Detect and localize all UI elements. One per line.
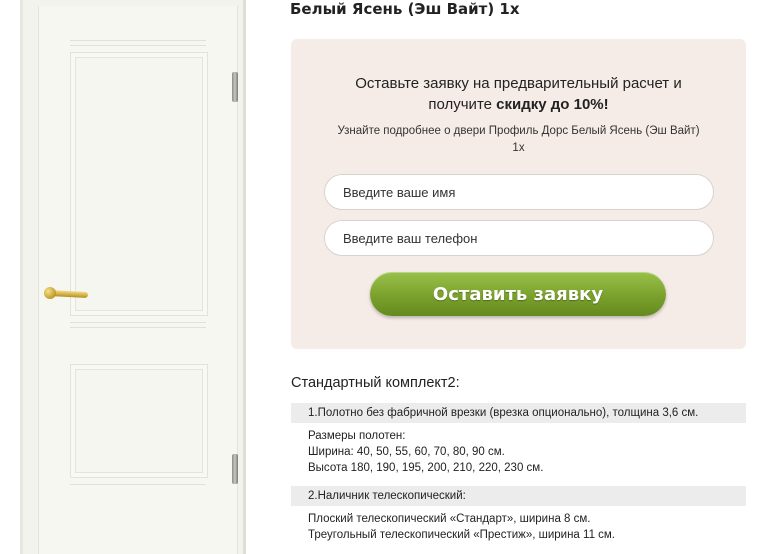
door-panel-upper	[70, 52, 208, 316]
door-rail-middle	[70, 322, 206, 323]
promo-subtext-line1: Узнайте подробнее о двери Профиль Дорс Б…	[337, 125, 700, 137]
kit-title: Стандартный комплект2:	[291, 375, 460, 391]
kit-item-line: Треугольный телескопический «Престиж», ш…	[308, 529, 616, 541]
kit-item-heading: 2.Наличник телескопический:	[291, 486, 746, 506]
door-panel-lower	[70, 364, 208, 478]
door-rail-middle-2	[70, 327, 206, 328]
product-title: Белый Ясень (Эш Вайт) 1х	[290, 0, 520, 18]
request-form: Оставьте заявку на предварительный расче…	[291, 39, 746, 349]
discount-highlight: скидку до 10%!	[496, 96, 609, 113]
door-image	[0, 0, 270, 554]
submit-request-button[interactable]: Оставить заявку	[370, 272, 666, 316]
door-rail-top	[70, 40, 206, 41]
door-handle-rose-icon	[44, 287, 56, 299]
door-rail-bottom	[70, 484, 206, 485]
hinge-icon	[232, 454, 238, 484]
promo-headline: Оставьте заявку на предварительный расче…	[291, 73, 746, 115]
kit-item-line: Ширина: 40, 50, 55, 60, 70, 80, 90 см.	[308, 446, 505, 458]
kit-item-line: Размеры полотен:	[308, 430, 406, 442]
name-input[interactable]	[324, 174, 714, 210]
kit-item-heading: 1.Полотно без фабричной врезки (врезка о…	[291, 403, 746, 423]
promo-headline-line1: Оставьте заявку на предварительный расче…	[355, 75, 682, 92]
promo-subtext: Узнайте подробнее о двери Профиль Дорс Б…	[321, 123, 716, 157]
phone-input[interactable]	[324, 220, 714, 256]
kit-item-line: Высота 180, 190, 195, 200, 210, 220, 230…	[308, 462, 544, 474]
kit-item-line: Плоский телескопический «Стандарт», шири…	[308, 513, 591, 525]
hinge-icon	[232, 72, 238, 102]
door-rail-top-2	[70, 45, 206, 46]
promo-headline-prefix: получите	[428, 96, 497, 113]
promo-subtext-line2: 1х	[512, 142, 525, 154]
